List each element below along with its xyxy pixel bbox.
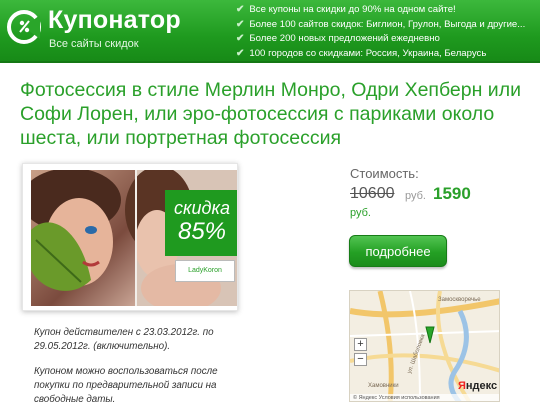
deal-image-card[interactable]: скидка 85% LadyKoron [22,163,238,311]
check-icon: ✔ [236,33,245,44]
old-price: 10600 [350,185,395,202]
discount-badge: скидка 85% [165,190,237,256]
feature-item: ✔ Более 200 новых предложений ежедневно [236,33,440,44]
feature-item: ✔ 100 городов со скидками: Россия, Украин… [236,47,487,59]
map-zoom-in-button[interactable]: + [354,338,367,351]
deal-photo: скидка 85% LadyKoron [31,170,237,306]
check-icon: ✔ [236,4,245,15]
price-label: Стоимость: [350,166,419,181]
partner-logo: LadyKoron [175,260,235,282]
deal-title: Фотосессия в стиле Мерлин Монро, Одри Хе… [20,79,521,149]
check-icon: ✔ [236,18,245,30]
map-footer[interactable]: © Яндекс Условия использования [350,394,499,401]
logo-icon[interactable] [6,9,42,45]
usage-note: Купоном можно воспользоваться после поку… [34,366,218,402]
details-button[interactable]: подробнее [349,235,447,267]
logo-title[interactable]: Купонатор [48,6,181,35]
feature-list: ✔ Все купоны на скидки до 90% на одном са… [236,3,525,61]
logo-subtitle: Все сайты скидок [49,38,139,50]
feature-item: ✔ Более 100 сайтов скидок: Биглион, Груло… [236,18,526,30]
validity-note: Купон действителен с 23.03.2012г. по 29.… [34,327,214,352]
discount-label: скидка [174,198,230,218]
new-price-currency: руб. [350,207,371,219]
yandex-logo[interactable]: Яндекс [458,380,497,392]
check-icon: ✔ [236,47,245,59]
site-header: Купонатор Все сайты скидок ✔ Все купоны н… [0,0,540,63]
old-price-currency: руб. [405,190,426,202]
map-zoom-out-button[interactable]: − [354,353,367,366]
new-price: 1590 [433,184,471,203]
location-map[interactable]: Замоскворечье ул. Шаболовка Хамовники + … [349,290,500,402]
feature-item: ✔ Все купоны на скидки до 90% на одном са… [236,4,456,15]
discount-value: 85% [177,218,227,245]
